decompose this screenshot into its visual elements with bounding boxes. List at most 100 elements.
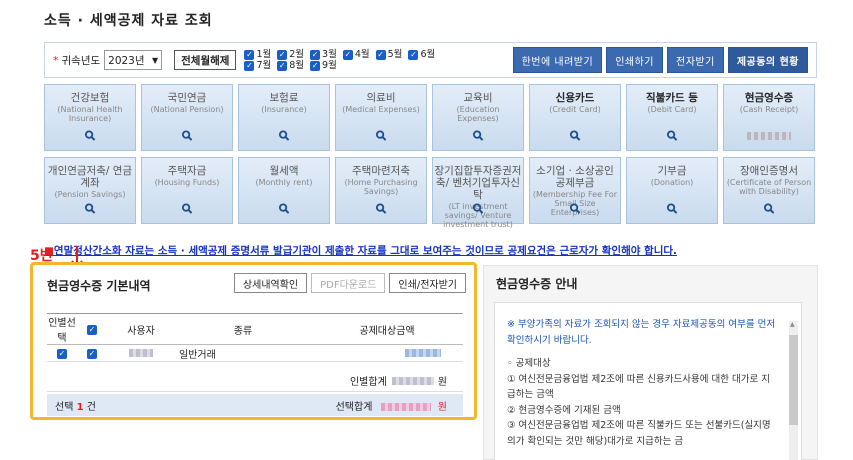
chevron-down-icon: ▼ <box>151 55 159 65</box>
toggle-all-months-button[interactable]: 전체월해제 <box>174 50 237 70</box>
search-icon <box>181 203 193 217</box>
month-checkbox-8[interactable]: ✓ 8월 <box>277 60 304 71</box>
month-checkbox-6[interactable]: ✓ 6월 <box>408 49 435 60</box>
search-icon <box>278 130 290 144</box>
tile-health-insurance[interactable]: 건강보험 (National Health Insurance) <box>44 84 136 151</box>
tile-disability-certificate[interactable]: 장애인증명서 (Certificate of Person with Disabi… <box>723 157 815 224</box>
row-checkbox[interactable]: ✓ <box>77 344 107 362</box>
search-icon <box>763 203 775 217</box>
search-icon <box>569 203 581 217</box>
checkbox-checked-icon: ✓ <box>310 60 321 71</box>
checkbox-checked-icon: ✓ <box>244 60 255 71</box>
search-icon <box>569 130 581 144</box>
email-button[interactable]: 전자받기 <box>667 47 724 73</box>
guide-title: 현금영수증 안내 <box>496 277 578 291</box>
search-icon <box>666 130 678 144</box>
guide-item: ① 여신전문금융업법 제2조에 따른 신용카드사용에 대한 대가로 지급하는 금… <box>507 373 770 401</box>
checkbox-checked-icon: ✓ <box>342 49 353 60</box>
checkbox-checked-icon: ✓ <box>375 49 386 60</box>
column-header-user: 사용자 <box>107 313 175 345</box>
search-icon <box>375 203 387 217</box>
checkbox-checked-icon: ✓ <box>244 49 255 60</box>
tile-monthly-rent[interactable]: 월세액 (Monthly rent) <box>238 157 330 224</box>
download-all-button[interactable]: 한번에 내려받기 <box>512 47 603 73</box>
user-cell <box>107 344 175 362</box>
checkbox-checked-icon: ✓ <box>87 348 97 359</box>
scrollbar-thumb[interactable] <box>789 335 798 425</box>
tile-cash-receipt[interactable]: 현금영수증 (Cash Receipt) <box>723 84 815 151</box>
pdf-download-button[interactable]: PDF다운로드 <box>311 273 386 293</box>
required-mark: * <box>53 53 59 67</box>
search-icon <box>666 203 678 217</box>
year-value: 2023년 <box>108 54 145 67</box>
print-button[interactable]: 인쇄하기 <box>606 47 663 73</box>
currency-unit: 원 <box>437 377 447 388</box>
search-icon <box>181 130 193 144</box>
column-header-select-all[interactable]: ✓ <box>77 313 107 345</box>
tile-medical-expenses[interactable]: 의료비 (Medical Expenses) <box>335 84 427 151</box>
year-label: 귀속년도 <box>61 54 101 67</box>
tile-home-purchasing-savings[interactable]: 주택마련저축 (Home Purchasing Savings) <box>335 157 427 224</box>
person-checkbox[interactable]: ✓ <box>47 344 77 362</box>
tile-insurance[interactable]: 보험료 (Insurance) <box>238 84 330 151</box>
redacted-amount <box>405 348 441 357</box>
guide-note: ※ 부양가족의 자료가 조회되지 않는 경우 자료제공동의 여부를 먼저 확인하… <box>507 319 776 346</box>
notice-text: ■연말정산간소화 자료는 소득 · 세액공제 증명서류 발급기관이 제출한 자료… <box>44 245 678 257</box>
tile-education-expenses[interactable]: 교육비 (Education Expenses) <box>432 84 524 151</box>
guide-box: ※ 부양가족의 자료가 조회되지 않는 경우 자료제공동의 여부를 먼저 확인하… <box>494 302 802 460</box>
cash-receipt-basic-panel: 현금영수증 기본내역 상세내역확인 PDF다운로드 인쇄/전자받기 인별선택 ✓… <box>30 262 477 420</box>
category-tiles: 건강보험 (National Health Insurance) 국민연금 (Nat… <box>44 84 818 229</box>
guide-text: ※ 부양가족의 자료가 조회되지 않는 경우 자료제공동의 여부를 먼저 확인하… <box>507 317 777 449</box>
tile-donation[interactable]: 기부금 (Donation) <box>626 157 718 224</box>
search-icon <box>278 203 290 217</box>
redacted-subtotal <box>391 376 434 385</box>
month-checkbox-2[interactable]: ✓ 2월 <box>277 49 304 60</box>
tile-housing-funds[interactable]: 주택자금 (Housing Funds) <box>141 157 233 224</box>
column-header-amount: 공제대상금액 <box>311 313 463 345</box>
column-header-person-select: 인별선택 <box>47 313 77 345</box>
month-checkbox-4[interactable]: ✓ 4월 <box>342 49 370 60</box>
print-email-button[interactable]: 인쇄/전자받기 <box>389 273 466 293</box>
tile-national-pension[interactable]: 국민연금 (National Pension) <box>141 84 233 151</box>
search-icon <box>472 130 484 144</box>
panel-buttons: 상세내역확인 PDF다운로드 인쇄/전자받기 <box>233 273 466 293</box>
detail-table: 인별선택 ✓ 사용자 종류 공제대상금액 ✓ ✓ 일반거래 <box>47 313 463 362</box>
guide-item: ② 현금영수증에 기재된 금액 <box>507 404 621 416</box>
month-checkbox-9[interactable]: ✓ 9월 <box>310 60 337 71</box>
search-icon <box>84 203 96 217</box>
detail-view-button[interactable]: 상세내역확인 <box>233 273 308 293</box>
total-amount: 선택합계 원 <box>336 398 447 413</box>
currency-unit: 원 <box>437 401 447 413</box>
guide-item: ③ 여신전문금융업법 제2조에 따른 직불카드 또는 선불카드(실지명의가 확인… <box>507 420 771 447</box>
month-checkbox-3[interactable]: ✓ 3월 <box>310 49 337 60</box>
consent-status-button[interactable]: 제공동의 현황 <box>727 47 808 73</box>
search-icon <box>472 203 484 217</box>
tile-lt-investment-savings[interactable]: 장기집합투자증권저축/ 벤처기업투자신탁 (LT investment savin… <box>432 157 524 229</box>
table-row: ✓ ✓ 일반거래 <box>47 344 463 362</box>
action-buttons: 한번에 내려받기 인쇄하기 전자받기 제공동의 현황 <box>512 47 808 73</box>
redacted-user <box>129 348 153 357</box>
guide-scrollbar[interactable]: ▲ <box>789 321 798 460</box>
checkbox-checked-icon: ✓ <box>87 324 97 335</box>
tile-pension-savings[interactable]: 개인연금저축/ 연금계좌 (Pension Savings) <box>44 157 136 224</box>
filter-bar: * 귀속년도 2023년 ▼ 전체월해제 ✓ 1월 ✓ 2월 ✓ 3월 ✓ 4월 ✓ 5월… <box>44 42 817 78</box>
scroll-up-icon[interactable]: ▲ <box>790 321 795 328</box>
month-checkbox-5[interactable]: ✓ 5월 <box>375 49 402 60</box>
cash-receipt-guide-panel: 현금영수증 안내 ※ 부양가족의 자료가 조회되지 않는 경우 자료제공동의 여… <box>483 265 818 460</box>
panel-title: 현금영수증 기본내역 <box>47 279 151 293</box>
month-checkbox-1[interactable]: ✓ 1월 <box>244 49 271 60</box>
month-checkbox-7[interactable]: ✓ 7월 <box>244 60 271 71</box>
tile-credit-card[interactable]: 신용카드 (Credit Card) <box>529 84 621 151</box>
checkbox-checked-icon: ✓ <box>57 348 67 359</box>
tile-debit-card[interactable]: 직불카드 등 (Debit Card) <box>626 84 718 151</box>
tile-small-business-deduction[interactable]: 소기업 · 소상공인 공제부금 (Membership Fee For Small… <box>529 157 621 224</box>
type-cell: 일반거래 <box>175 344 311 362</box>
amount-cell <box>311 344 463 362</box>
checkbox-checked-icon: ✓ <box>277 49 288 60</box>
page-title: 소득 · 세액공제 자료 조회 <box>44 13 213 29</box>
subtotal-row: 인별합계 원 <box>47 370 463 392</box>
column-header-type: 종류 <box>175 313 311 345</box>
selected-count: 선택 1 건 <box>55 401 96 413</box>
month-checkboxes: ✓ 1월 ✓ 2월 ✓ 3월 ✓ 4월 ✓ 5월 ✓ 6월 ✓ 7월 ✓ 8월 ✓ 9월 <box>244 49 435 71</box>
year-select[interactable]: 2023년 ▼ <box>104 50 163 70</box>
